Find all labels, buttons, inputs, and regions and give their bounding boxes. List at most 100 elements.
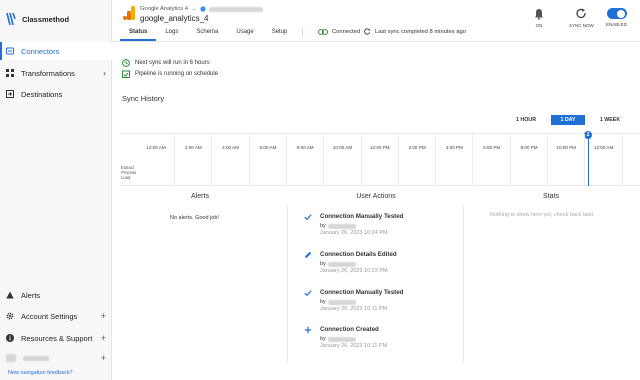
destinations-icon (6, 90, 14, 98)
calendar-check-icon (122, 70, 130, 78)
sidebar-item-connectors[interactable]: Connectors (0, 42, 112, 60)
breadcrumb: Google Analytics 4 → (140, 6, 263, 12)
gear-icon (6, 312, 14, 320)
timeline-tick-label: 10:00 PM (556, 145, 577, 150)
user-actions-title: User Actions (356, 193, 396, 200)
user-redacted (327, 261, 356, 267)
timeline-tick-label: 12:00 AM (146, 145, 166, 150)
timeline-gridline (472, 134, 474, 186)
tab-setup[interactable]: Setup (263, 28, 297, 41)
connected-label: Connected (332, 28, 361, 35)
tab-logs[interactable]: Logs (156, 28, 187, 41)
transformations-icon (6, 69, 14, 77)
sidebar-item-label: Account Settings (21, 311, 78, 321)
info-icon (6, 334, 14, 342)
connector-tabs: Status Logs Schema Usage Setup (120, 28, 309, 41)
user-redacted (327, 299, 356, 305)
timeline-tick-label: 12:00 AM (593, 145, 614, 150)
by-label: by (320, 261, 326, 267)
timeline-gridline (285, 134, 287, 186)
connector-header: Google Analytics 4 → google_analytics_4 … (112, 0, 640, 42)
by-label: by (320, 223, 326, 229)
action-date: January 26, 2023 10:11 PM (320, 306, 388, 312)
action-title: Connection Details Edited (320, 251, 397, 258)
tab-status[interactable]: Status (120, 28, 157, 41)
tab-divider (302, 28, 304, 38)
action-by: by (320, 336, 356, 342)
tab-schema[interactable]: Schema (187, 28, 227, 41)
timeline-tick-label: 8:00 AM (296, 145, 314, 150)
sync-history-timeline: Extract Process Load 2 12:00 AM 2:00 AM 4:… (120, 131, 640, 186)
timeline-gridline (174, 134, 175, 186)
timeline-tick-label: 6:00 AM (259, 145, 277, 150)
connection-status: Connected Last sync completed 8 minutes … (318, 28, 466, 35)
range-1-week-button[interactable]: 1 WEEK (594, 115, 626, 125)
sync-now-button[interactable]: SYNC NOW (569, 8, 594, 28)
sync-icon (364, 28, 371, 35)
clock-icon (122, 59, 130, 67)
action-date: January 26, 2023 10:24 PM (320, 230, 388, 236)
last-sync-label: Last sync completed 8 minutes ago (375, 28, 466, 35)
brand[interactable]: Classmethod (6, 12, 69, 26)
timeline-tick-label: 2:00 AM (184, 145, 202, 150)
row-label-load: Load (121, 175, 131, 180)
sidebar-item-transformations[interactable]: Transformations › (0, 64, 112, 82)
action-title: Connection Created (320, 326, 379, 333)
action-by: by (320, 261, 356, 267)
user-redacted (327, 223, 356, 229)
plus-icon (304, 326, 312, 334)
alerts-title: Alerts (191, 193, 209, 200)
refresh-icon (576, 8, 586, 19)
action-title: Connection Manually Tested (320, 289, 404, 296)
by-label: by (320, 299, 326, 305)
google-analytics-logo-icon (123, 6, 135, 20)
timeline-tick-label: 8:00 PM (520, 145, 538, 150)
sidebar-item-user[interactable]: + (0, 349, 112, 367)
timeline-gridline (547, 134, 548, 186)
timeline-gridline (248, 134, 250, 186)
column-divider (287, 205, 288, 363)
action-by: by (320, 223, 356, 229)
arrow-right-icon: → (191, 6, 197, 12)
brand-name: Classmethod (22, 14, 70, 24)
enabled-label: ENABLED (606, 22, 628, 27)
stats-title: Stats (543, 193, 559, 200)
sidebar-item-label: Destinations (21, 89, 63, 99)
pipeline-text: Pipeline is running on schedule (135, 71, 219, 77)
connectors-icon (6, 47, 14, 55)
action-date: January 26, 2023 10:11 PM (320, 343, 388, 349)
timeline-tick-label: 4:00 AM (222, 145, 240, 150)
timeline-gridline (435, 134, 437, 186)
timeline-gridline (397, 134, 399, 186)
timeline-tick-label: 10:00 AM (332, 145, 353, 150)
check-icon (304, 214, 312, 221)
sidebar-item-label: Connectors (21, 46, 60, 56)
action-date: January 26, 2023 10:23 PM (320, 268, 388, 274)
expand-plus-icon[interactable]: + (101, 311, 106, 321)
timeline-tick-label: 2:00 PM (408, 145, 426, 150)
chevron-right-icon: › (103, 68, 106, 78)
current-time-marker[interactable] (588, 134, 589, 186)
schedule-control[interactable]: ON (534, 8, 544, 28)
enabled-toggle[interactable]: ENABLED (606, 8, 627, 27)
expand-plus-icon[interactable]: + (101, 353, 106, 363)
feedback-link[interactable]: New navigation feedback? (8, 370, 73, 376)
timeline-tick-label: 4:00 PM (445, 145, 463, 150)
sidebar-item-alerts[interactable]: Alerts (0, 286, 112, 304)
sidebar-item-resources[interactable]: Resources & Support + (0, 329, 112, 347)
page-title: google_analytics_4 (140, 14, 209, 23)
range-1-hour-button[interactable]: 1 HOUR (512, 115, 540, 125)
next-sync-info: Next sync will run in 6 hours (122, 59, 210, 67)
tab-usage[interactable]: Usage (227, 28, 262, 41)
toggle-switch[interactable] (606, 8, 627, 19)
sidebar-item-destinations[interactable]: Destinations (0, 85, 112, 103)
breadcrumb-source[interactable]: Google Analytics 4 (140, 6, 188, 12)
range-1-day-button[interactable]: 1 DAY (551, 115, 585, 125)
sidebar-item-account-settings[interactable]: Account Settings + (0, 307, 112, 325)
timeline-tick-label: 12:00 PM (369, 145, 390, 150)
sync-history-title: Sync History (122, 94, 165, 103)
sidebar-item-label: Resources & Support (21, 333, 93, 343)
next-sync-text: Next sync will run in 6 hours (135, 60, 210, 66)
expand-plus-icon[interactable]: + (101, 333, 106, 343)
timeline-row-labels: Extract Process Load (121, 165, 136, 180)
